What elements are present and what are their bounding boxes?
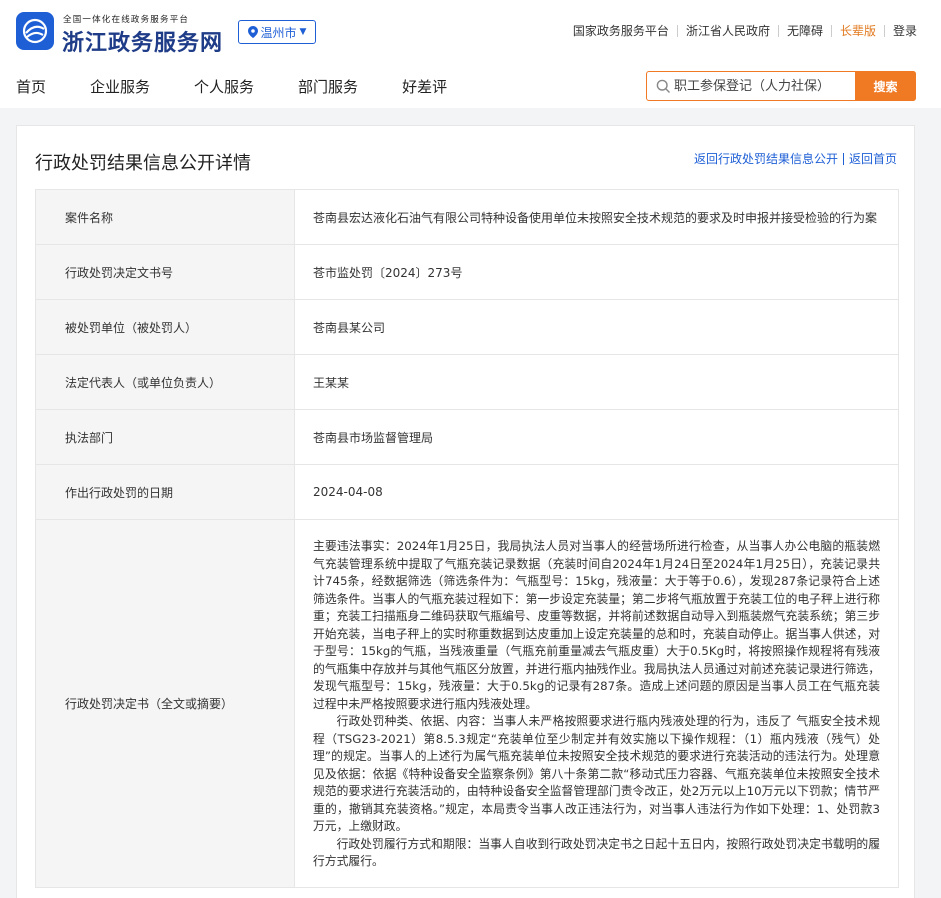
link-elder-mode[interactable]: 长辈版 — [840, 22, 876, 39]
search-icon — [656, 79, 670, 93]
detail-table: 案件名称 苍南县宏达液化石油气有限公司特种设备使用单位未按照安全技术规范的要求及… — [35, 189, 899, 888]
row-label: 作出行政处罚的日期 — [36, 465, 295, 519]
city-selector[interactable]: 温州市 ▼ — [238, 20, 316, 44]
decision-paragraph-execution: 行政处罚履行方式和期限：当事人自收到行政处罚决定书之日起十五日内，按照行政处罚决… — [313, 836, 880, 869]
row-label: 行政处罚决定书（全文或摘要） — [36, 520, 295, 887]
nav-personal-services[interactable]: 个人服务 — [194, 76, 254, 97]
top-links: 国家政务服务平台 浙江省人民政府 无障碍 长辈版 登录 — [573, 22, 917, 39]
caret-down-icon: ▼ — [299, 27, 307, 37]
row-value: 苍南县市场监督管理局 — [295, 410, 899, 464]
search-input[interactable] — [674, 72, 854, 100]
decision-paragraph-facts: 主要违法事实：2024年1月25日，我局执法人员对当事人的经营场所进行检查，从当… — [313, 539, 880, 711]
back-to-home-link[interactable]: 返回首页 — [849, 150, 897, 167]
main-nav: 首页 企业服务 个人服务 部门服务 好差评 — [16, 76, 491, 97]
row-label: 案件名称 — [36, 190, 295, 244]
row-label: 执法部门 — [36, 410, 295, 464]
decision-paragraph-penalty: 行政处罚种类、依据、内容：当事人未严格按照要求进行瓶内残液处理的行为，违反了 气… — [313, 714, 880, 833]
detail-panel: 行政处罚结果信息公开详情 返回行政处罚结果信息公开 返回首页 案件名称 苍南县宏… — [16, 125, 915, 898]
table-row: 被处罚单位（被处罚人） 苍南县某公司 — [36, 300, 899, 355]
link-zhejiang-gov[interactable]: 浙江省人民政府 — [686, 22, 770, 39]
divider — [777, 24, 779, 37]
row-value: 苍市监处罚〔2024〕273号 — [295, 245, 899, 299]
city-label: 温州市 — [260, 25, 297, 40]
nav-enterprise-services[interactable]: 企业服务 — [90, 76, 150, 97]
table-row-decision: 行政处罚决定书（全文或摘要） 主要违法事实：2024年1月25日，我局执法人员对… — [36, 520, 899, 888]
row-value: 王某某 — [295, 355, 899, 409]
link-accessibility[interactable]: 无障碍 — [787, 22, 823, 39]
nav-department-services[interactable]: 部门服务 — [298, 76, 358, 97]
table-row: 案件名称 苍南县宏达液化石油气有限公司特种设备使用单位未按照安全技术规范的要求及… — [36, 190, 899, 245]
row-value: 苍南县某公司 — [295, 300, 899, 354]
row-label: 行政处罚决定文书号 — [36, 245, 295, 299]
divider — [842, 152, 844, 165]
link-login[interactable]: 登录 — [893, 22, 917, 39]
back-to-list-link[interactable]: 返回行政处罚结果信息公开 — [694, 150, 838, 167]
site-header: 全国一体化在线政务服务平台 浙江政务服务网 温州市 ▼ 国家政务服务平台 浙江省… — [0, 0, 941, 108]
nav-home[interactable]: 首页 — [16, 76, 46, 97]
table-row: 法定代表人（或单位负责人） 王某某 — [36, 355, 899, 410]
link-national-platform[interactable]: 国家政务服务平台 — [573, 22, 669, 39]
page-links: 返回行政处罚结果信息公开 返回首页 — [694, 150, 897, 167]
page-title: 行政处罚结果信息公开详情 — [35, 153, 251, 174]
search-button[interactable]: 搜索 — [855, 71, 916, 101]
brand-subtitle: 全国一体化在线政务服务平台 — [63, 15, 190, 25]
decision-text: 主要违法事实：2024年1月25日，我局执法人员对当事人的经营场所进行检查，从当… — [295, 520, 899, 887]
brand-title[interactable]: 浙江政务服务网 — [62, 25, 223, 57]
divider — [883, 24, 885, 37]
row-value: 2024-04-08 — [295, 465, 899, 519]
site-logo[interactable] — [16, 12, 54, 50]
divider — [830, 24, 832, 37]
location-pin-icon — [247, 26, 258, 38]
logo-icon — [22, 18, 48, 44]
nav-feedback[interactable]: 好差评 — [402, 76, 447, 97]
table-row: 执法部门 苍南县市场监督管理局 — [36, 410, 899, 465]
divider — [676, 24, 678, 37]
row-label: 被处罚单位（被处罚人） — [36, 300, 295, 354]
search-box: 搜索 — [646, 71, 916, 101]
table-row: 行政处罚决定文书号 苍市监处罚〔2024〕273号 — [36, 245, 899, 300]
row-label: 法定代表人（或单位负责人） — [36, 355, 295, 409]
table-row: 作出行政处罚的日期 2024-04-08 — [36, 465, 899, 520]
row-value: 苍南县宏达液化石油气有限公司特种设备使用单位未按照安全技术规范的要求及时申报并接… — [295, 190, 899, 244]
